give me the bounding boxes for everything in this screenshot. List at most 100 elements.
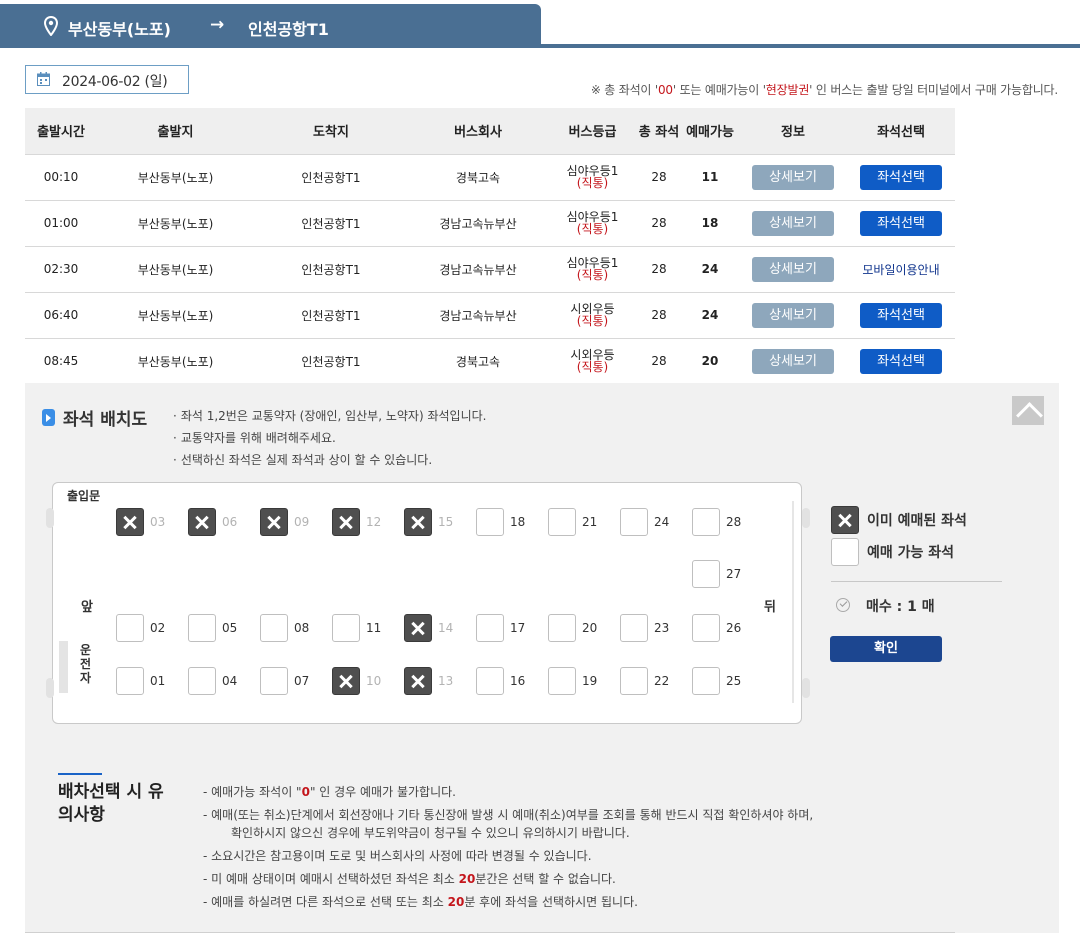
origin: 부산동부(노포) [97,153,254,200]
available-seats: 24 [681,245,739,292]
seat-select-button[interactable]: 좌석선택 [860,348,942,374]
seat-number: 27 [726,567,742,581]
driver-area [59,641,68,693]
location-pin-icon [44,16,58,36]
header-available: 예매가능 [681,108,739,154]
notice-zero: 00 [658,83,673,97]
driver-label: 운전자 [80,643,92,685]
seat-booked-09 [260,508,288,536]
seat-select-button[interactable]: 좌석선택 [860,302,942,328]
mobile-guide-link[interactable]: 모바일이용안내 [862,263,939,277]
date-value: 2024-06-02 (일) [62,74,168,90]
departure-time: 06:40 [25,291,97,338]
seat-booked-14 [404,614,432,642]
entrance-label: 출입문 [67,489,101,503]
map-edge [46,678,54,698]
back-label: 뒤 [764,600,776,615]
seat-note: 선택하신 좌석은 실제 좌석과 상이 할 수 있습니다. [173,449,487,471]
detail-button[interactable]: 상세보기 [752,348,834,374]
header-seat-select: 좌석선택 [847,108,955,154]
seat-number: 23 [654,621,670,635]
table-row: 00:10 부산동부(노포) 인천공항T1 경북고속 심야우등1 (직통) 28 … [25,153,955,200]
seat-booked-15 [404,508,432,536]
bus-grade: 시외우등 (직통) [548,337,637,385]
departure-time: 08:45 [25,337,97,385]
seat-number: 14 [438,621,454,635]
header-origin: 출발지 [97,108,254,154]
destination: 인천공항T1 [254,199,408,246]
seat-11[interactable] [332,614,360,642]
seat-02[interactable] [116,614,144,642]
total-seats: 28 [637,153,681,200]
header-bus-grade: 버스등급 [548,108,637,154]
grade-sub: (직통) [576,268,609,282]
route-to: 인천공항T1 [248,20,329,39]
seat-07[interactable] [260,667,288,695]
seat-05[interactable] [188,614,216,642]
seat-number: 15 [438,515,454,529]
seat-select-button[interactable]: 좌석선택 [860,210,942,236]
detail-button[interactable]: 상세보기 [752,164,834,190]
caution-title: 배차선택 시 유의사항 [58,782,164,825]
seat-number: 22 [654,674,670,688]
seat-number: 19 [582,674,598,688]
seat-26[interactable] [692,614,720,642]
select-cell: 모바일이용안내 [847,245,955,292]
seat-number: 24 [654,515,670,529]
date-picker[interactable]: 2024-06-02 (일) [25,65,189,94]
seat-27[interactable] [692,560,720,588]
available-seats: 20 [681,337,739,385]
caution-text: - 소요시간은 참고용이며 도로 및 버스회사의 사정에 따라 변경될 수 있습… [203,849,592,863]
header-total-seats: 총 좌석 [637,108,681,154]
origin: 부산동부(노포) [97,199,254,246]
seat-25[interactable] [692,667,720,695]
bottom-divider [25,932,955,933]
seat-select-button[interactable]: 좌석선택 [860,164,942,190]
table-header-row: 출발시간 출발지 도착지 버스회사 버스등급 총 좌석 예매가능 정보 좌석선택 [25,108,955,154]
seat-17[interactable] [476,614,504,642]
caution-text: 분 후에 좌석을 선택하시면 됩니다. [464,895,638,909]
seat-22[interactable] [620,667,648,695]
seat-booked-13 [404,667,432,695]
origin: 부산동부(노포) [97,291,254,338]
seat-note: 교통약자를 위해 배려해주세요. [173,427,487,449]
seat-21[interactable] [548,508,576,536]
caution-text: " 인 경우 예매가 불가합니다. [309,785,456,799]
select-cell: 좌석선택 [847,153,955,200]
seat-number: 04 [222,674,238,688]
destination: 인천공항T1 [254,337,408,385]
detail-button[interactable]: 상세보기 [752,256,834,282]
seat-number: 25 [726,674,742,688]
bus-grade: 시외우등 (직통) [548,291,637,338]
seat-booked-03 [116,508,144,536]
seat-layout-panel: 좌석 배치도 좌석 1,2번은 교통약자 (장애인, 임산부, 노약자) 좌석입… [25,383,1059,933]
grade-sub: (직통) [576,222,609,236]
seat-18[interactable] [476,508,504,536]
seat-01[interactable] [116,667,144,695]
seat-28[interactable] [692,508,720,536]
collapse-up-icon[interactable] [1012,396,1044,425]
notice-onsite: 현장발권 [765,83,810,97]
available-seats: 11 [681,153,739,200]
detail-button[interactable]: 상세보기 [752,210,834,236]
detail-button[interactable]: 상세보기 [752,302,834,328]
seat-23[interactable] [620,614,648,642]
info-cell: 상세보기 [739,337,847,385]
departure-time: 00:10 [25,153,97,200]
seat-20[interactable] [548,614,576,642]
seat-19[interactable] [548,667,576,695]
caution-text: - 예매(또는 취소)단계에서 회선장애나 기타 통신장애 발생 시 예매(취소… [203,808,814,822]
confirm-button[interactable]: 확인 [830,636,942,662]
seat-04[interactable] [188,667,216,695]
origin: 부산동부(노포) [97,245,254,292]
bus-schedule-table: 출발시간 출발지 도착지 버스회사 버스등급 총 좌석 예매가능 정보 좌석선택… [25,108,955,385]
table-row: 01:00 부산동부(노포) 인천공항T1 경남고속뉴부산 심야우등1 (직통) … [25,199,955,246]
seat-24[interactable] [620,508,648,536]
caution-text: 분간은 선택 할 수 없습니다. [475,872,616,886]
header-departure-time: 출발시간 [25,108,97,154]
seat-08[interactable] [260,614,288,642]
notice-text-3: ' 인 버스는 출발 당일 터미널에서 구매 가능합니다. [809,83,1058,97]
map-edge [802,508,810,528]
seat-16[interactable] [476,667,504,695]
booked-seat-icon [831,506,859,534]
